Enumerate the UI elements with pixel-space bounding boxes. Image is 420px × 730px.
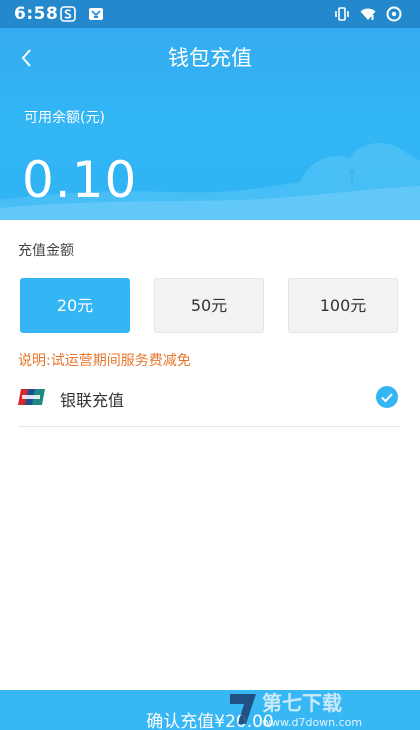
wallet-recharge-screen: 6:58 钱包充值 可用余额(元) 0.10 充值金额 20元 50元 100元… [0,0,420,730]
balance-label: 可用余额(元) [24,110,105,126]
wifi-icon [360,6,376,22]
service-fee-note: 说明:试运营期间服务费减免 [18,353,191,369]
balance-value: 0.10 [22,151,138,209]
status-time: 6:58 [14,4,59,24]
confirm-recharge-button[interactable]: 确认充值¥20.00 [0,690,420,730]
sync-icon [386,6,402,22]
amount-option-20[interactable]: 20元 [20,278,130,333]
amount-options: 20元 50元 100元 [20,278,398,334]
vibrate-icon [334,6,350,22]
amount-option-100[interactable]: 100元 [288,278,398,333]
amount-option-50[interactable]: 50元 [154,278,264,333]
status-bar: 6:58 [0,0,420,28]
payment-method-label: 银联充值 [60,391,125,410]
sogou-input-icon [60,6,76,22]
payment-method-unionpay[interactable]: 银联充值 [18,374,400,427]
unionpay-logo-icon [18,388,46,406]
page-title: 钱包充值 [168,46,252,70]
check-circle-icon[interactable] [376,386,398,408]
app-notification-icon [88,6,104,22]
balance-header: 6:58 钱包充值 可用余额(元) 0.10 [0,0,420,220]
amount-section-label: 充值金额 [18,243,74,259]
